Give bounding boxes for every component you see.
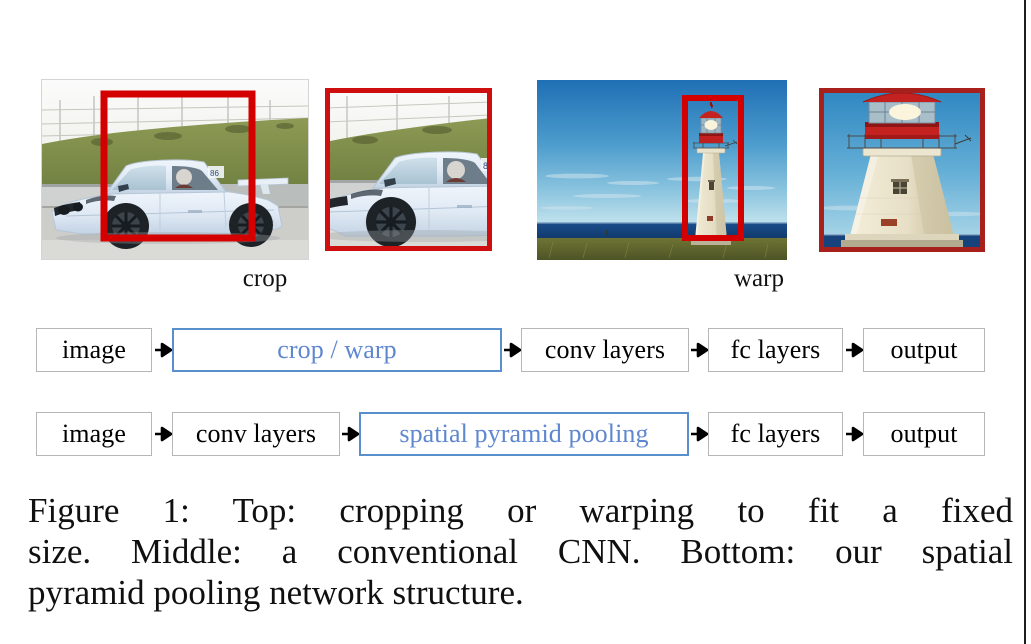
arrow-icon — [690, 341, 709, 359]
pipeline-conventional-cnn: image crop / warp conv layers fc layers — [0, 328, 1024, 388]
figure-caption: Figure 1: Top: cropping or warping to fi… — [28, 490, 1013, 613]
lighthouse-warped-illustration — [819, 88, 985, 252]
pipeline-spp-net: image conv layers spatial pyramid poolin… — [0, 412, 1024, 472]
page-right-rule — [1024, 0, 1026, 644]
pipeline2-stage-spatial-pyramid-pooling-label: spatial pyramid pooling — [399, 419, 649, 448]
pipeline2-stage-conv-layers[interactable]: conv layers — [172, 412, 340, 456]
arrow-icon — [690, 425, 709, 443]
pipeline1-stage-crop-warp-label: crop / warp — [277, 335, 397, 364]
caption-line-2: size. Middle: a conventional CNN. Bottom… — [28, 532, 1013, 571]
lighthouse-source-illustration — [537, 80, 787, 260]
pipeline2-stage-fc-layers[interactable]: fc layers — [708, 412, 843, 456]
lighthouse-source-photo — [537, 80, 787, 260]
arrow-icon — [845, 425, 864, 443]
race-car-source-photo: 86 — [42, 80, 308, 259]
warp-label: warp — [734, 265, 784, 292]
race-car-cropped-photo: 86 — [325, 88, 492, 251]
pipeline2-stage-output[interactable]: output — [863, 412, 985, 456]
pipeline2-stage-conv-layers-label: conv layers — [195, 419, 317, 448]
pipeline1-stage-output-label: output — [890, 335, 958, 364]
pipeline1-stage-image[interactable]: image — [36, 328, 152, 372]
arrow-icon — [341, 425, 360, 443]
pipeline2-stage-image-label: image — [61, 419, 127, 448]
pipeline1-stage-output[interactable]: output — [863, 328, 985, 372]
lighthouse-warped-photo — [819, 88, 985, 252]
pipeline2-stage-output-label: output — [890, 419, 958, 448]
pipeline1-stage-conv-layers-label: conv layers — [544, 335, 666, 364]
pipeline2-stage-image[interactable]: image — [36, 412, 152, 456]
arrow-icon — [503, 341, 522, 359]
race-car-cropped-illustration: 86 — [325, 88, 492, 251]
race-car-source-illustration: 86 — [42, 80, 308, 259]
figure-page: 86 86 crop warp image crop / warp conv l… — [0, 0, 1031, 644]
caption-line-3: pyramid pooling network structure. — [28, 573, 524, 612]
photo-row: 86 86 crop warp — [0, 0, 1024, 300]
pipeline1-stage-image-label: image — [61, 335, 127, 364]
pipeline1-stage-fc-layers-label: fc layers — [730, 335, 821, 364]
caption-line-1: Figure 1: Top: cropping or warping to fi… — [28, 491, 1013, 530]
pipeline1-stage-fc-layers[interactable]: fc layers — [708, 328, 843, 372]
pipeline2-stage-spatial-pyramid-pooling[interactable]: spatial pyramid pooling — [359, 412, 689, 456]
arrow-icon — [154, 425, 173, 443]
pipeline2-stage-fc-layers-label: fc layers — [730, 419, 821, 448]
crop-label: crop — [242, 265, 288, 292]
pipeline1-stage-conv-layers[interactable]: conv layers — [521, 328, 689, 372]
pipeline1-stage-crop-warp[interactable]: crop / warp — [172, 328, 502, 372]
svg-text:86: 86 — [210, 169, 219, 178]
arrow-icon — [154, 341, 173, 359]
arrow-icon — [845, 341, 864, 359]
